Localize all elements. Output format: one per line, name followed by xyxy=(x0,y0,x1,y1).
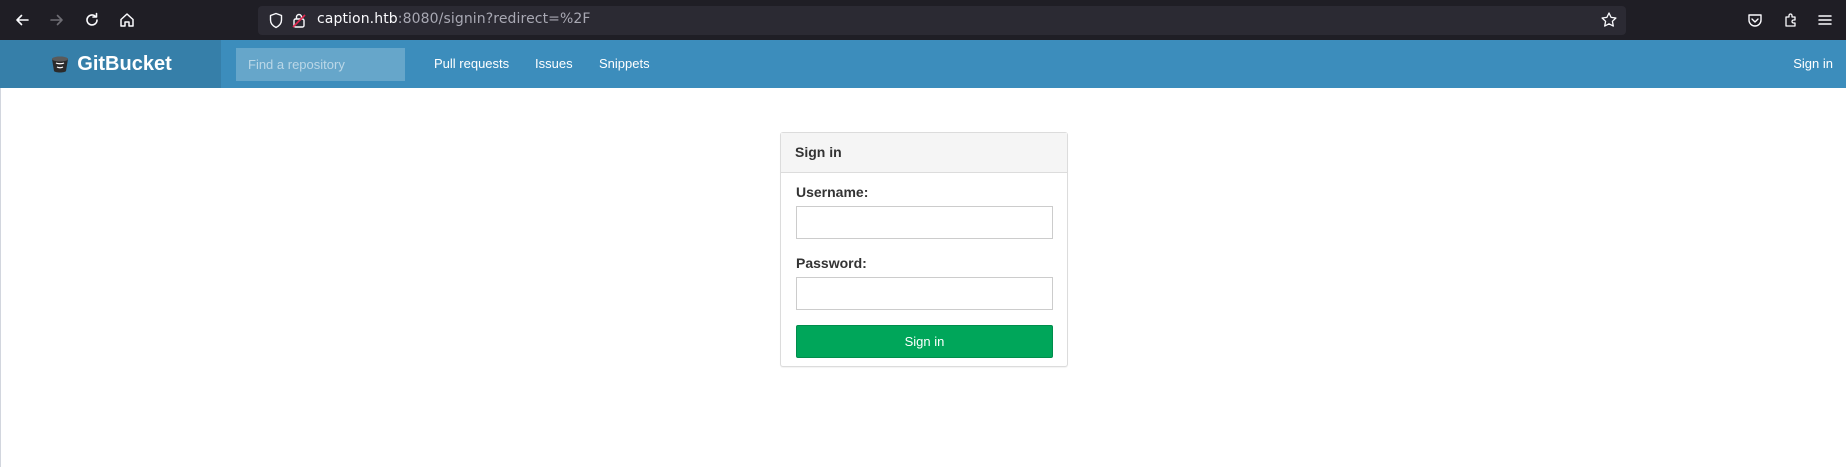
forward-button[interactable] xyxy=(44,8,70,32)
username-input[interactable] xyxy=(796,206,1053,239)
lock-icon[interactable] xyxy=(292,12,306,29)
nav-snippets[interactable]: Snippets xyxy=(599,56,650,71)
back-button[interactable] xyxy=(9,8,35,32)
browser-toolbar: caption.htb:8080/signin?redirect=%2F xyxy=(0,0,1846,40)
password-label: Password: xyxy=(796,255,867,271)
pocket-button[interactable] xyxy=(1745,10,1765,30)
sign-in-button[interactable]: Sign in xyxy=(796,325,1053,358)
gitbucket-logo-icon xyxy=(52,56,69,73)
home-icon xyxy=(120,13,134,27)
pocket-icon xyxy=(1748,14,1762,27)
app-menu-button[interactable] xyxy=(1815,10,1835,30)
nav-pull-requests[interactable]: Pull requests xyxy=(434,56,509,71)
sign-in-panel: Sign in Username: Password: Sign in xyxy=(780,132,1068,367)
home-button[interactable] xyxy=(114,8,140,32)
extensions-button[interactable] xyxy=(1781,10,1801,30)
sign-in-panel-title: Sign in xyxy=(781,133,1067,173)
page-left-border xyxy=(0,88,1,467)
reload-button[interactable] xyxy=(79,8,105,32)
star-icon[interactable] xyxy=(1600,11,1618,29)
menu-icon xyxy=(1818,15,1832,25)
shield-icon[interactable] xyxy=(268,12,284,29)
brand-link[interactable]: GitBucket xyxy=(0,40,221,88)
address-bar[interactable]: caption.htb:8080/signin?redirect=%2F xyxy=(258,6,1626,35)
nav-issues[interactable]: Issues xyxy=(535,56,573,71)
url-host: caption.htb xyxy=(317,11,398,27)
app-header: GitBucket Pull requests Issues Snippets … xyxy=(0,40,1846,88)
extensions-icon xyxy=(1785,13,1796,27)
forward-arrow-icon xyxy=(50,14,63,26)
repository-search-input[interactable] xyxy=(236,48,405,81)
username-label: Username: xyxy=(796,184,869,200)
url-text[interactable]: caption.htb:8080/signin?redirect=%2F xyxy=(317,11,591,27)
back-arrow-icon xyxy=(16,14,29,26)
header-sign-in-link[interactable]: Sign in xyxy=(1793,56,1833,71)
password-input[interactable] xyxy=(796,277,1053,310)
url-path: :8080/signin?redirect=%2F xyxy=(397,11,591,27)
reload-icon xyxy=(86,12,98,26)
brand-name: GitBucket xyxy=(77,52,172,75)
